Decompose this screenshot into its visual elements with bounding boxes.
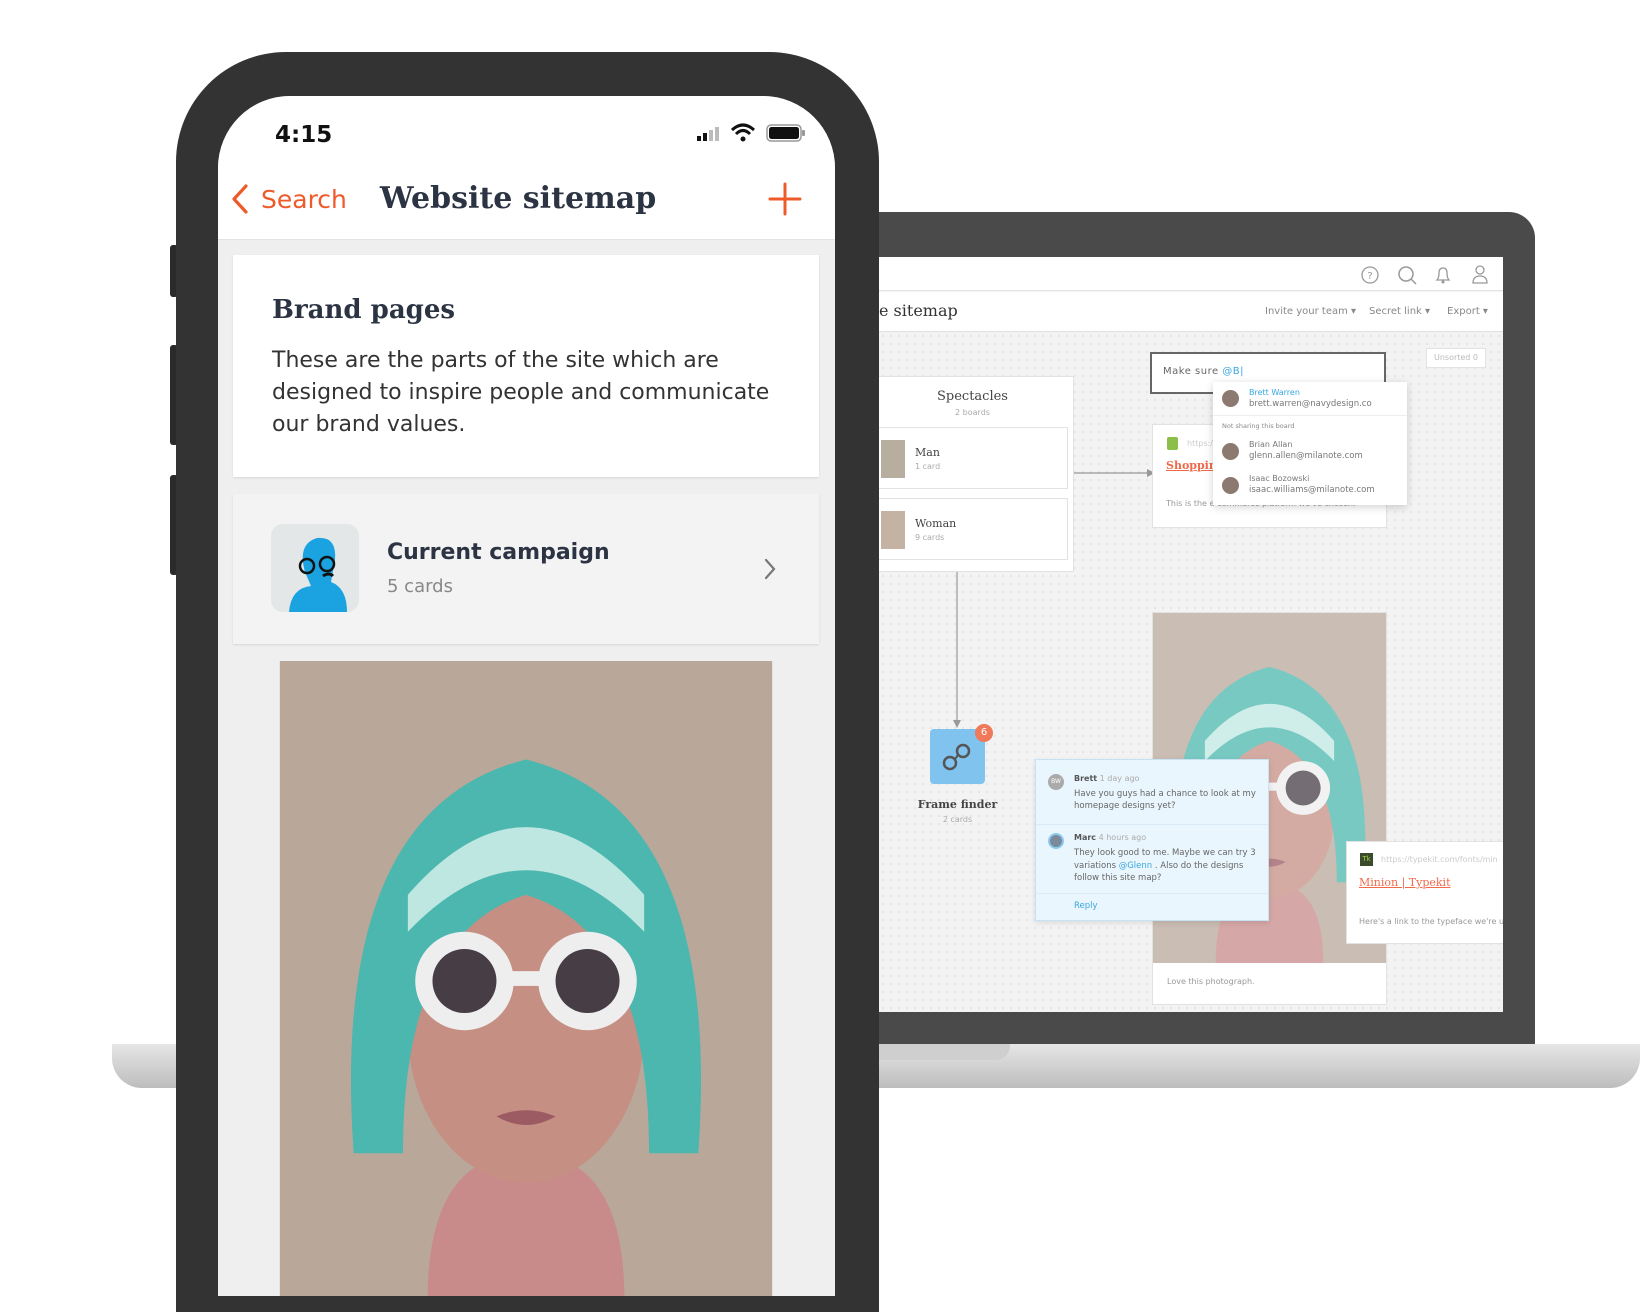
notification-badge: 6	[975, 724, 993, 742]
wifi-icon	[730, 123, 756, 142]
menu-label: Secret link	[1369, 306, 1422, 317]
back-label: Search	[261, 184, 347, 214]
brand-pages-card[interactable]: Brand pages These are the parts of the s…	[233, 255, 819, 477]
mention-email: brett.warren@navydesign.co	[1249, 399, 1372, 409]
item-count: 9 cards	[915, 533, 945, 542]
back-button[interactable]: Search	[230, 182, 347, 216]
chevron-right-icon	[764, 558, 776, 580]
item-count: 1 card	[915, 462, 941, 471]
svg-text:?: ?	[1367, 271, 1372, 282]
mention-name: Brian Allan	[1249, 440, 1293, 449]
mention-link[interactable]: @Glenn	[1119, 861, 1152, 871]
status-time: 4:15	[275, 122, 333, 148]
campaign-count: 5 cards	[387, 576, 453, 597]
mention-option[interactable]: Isaac Bozowski isaac.williams@milanote.c…	[1213, 470, 1407, 502]
search-icon[interactable]	[1397, 265, 1417, 285]
comment-thread: BW Brett 1 day ago Have you guys had a c…	[1035, 759, 1269, 921]
connector-arrow	[1074, 469, 1155, 477]
link-card-typekit[interactable]: Tk https://typekit.com/fonts/min Minion …	[1346, 841, 1503, 944]
battery-icon	[766, 124, 805, 142]
signal-icon	[697, 127, 719, 141]
comment-time: 4 hours ago	[1098, 833, 1147, 842]
export-menu[interactable]: Export ▾	[1447, 306, 1488, 317]
reply-button[interactable]: Reply	[1074, 901, 1098, 911]
link-url: https://typekit.com/fonts/min	[1381, 855, 1498, 864]
mention-email: isaac.williams@milanote.com	[1249, 485, 1375, 495]
laptop-notch	[860, 1044, 1010, 1060]
typekit-logo: Tk	[1360, 853, 1373, 866]
invite-team-menu[interactable]: Invite your team ▾	[1265, 306, 1356, 317]
current-campaign-card[interactable]: Current campaign 5 cards	[233, 494, 819, 644]
spectacles-board[interactable]: Spectacles 2 boards Man 1 card Woman 9 c…	[879, 376, 1074, 572]
avatar	[1222, 390, 1239, 407]
item-name: Woman	[915, 517, 957, 530]
avatar	[1048, 833, 1064, 849]
mention-name: Brett Warren	[1249, 388, 1300, 397]
man-thumbnail	[881, 440, 905, 478]
blue-head-illustration	[289, 537, 347, 612]
unsorted-button[interactable]: Unsorted 0	[1426, 348, 1486, 368]
input-text: Make sure	[1163, 366, 1223, 377]
user-icon[interactable]	[1470, 264, 1490, 286]
avatar: BW	[1048, 774, 1064, 790]
woman-thumbnail	[881, 511, 905, 549]
photo-caption: Love this photograph.	[1167, 977, 1255, 986]
frame-finder-title: Frame finder	[917, 798, 998, 811]
phone-screen: 4:15 Search Website sitemap Brand pages …	[218, 96, 835, 1296]
board-item-woman[interactable]: Woman 9 cards	[879, 498, 1068, 560]
mention-option[interactable]: Brett Warren brett.warren@navydesign.co	[1213, 382, 1407, 416]
mention-option[interactable]: Brian Allan glenn.allen@milanote.com	[1213, 436, 1407, 468]
board-item-man[interactable]: Man 1 card	[879, 427, 1068, 489]
secret-link-menu[interactable]: Secret link ▾	[1369, 306, 1430, 317]
mention-name: Isaac Bozowski	[1249, 474, 1310, 483]
nav-header: 4:15 Search Website sitemap	[218, 96, 835, 240]
board-name: Spectacles	[937, 389, 1008, 404]
item-name: Man	[915, 446, 940, 459]
chevron-left-icon	[232, 184, 248, 214]
comment-author: Brett	[1074, 774, 1098, 783]
title-bar: e sitemap Invite your team ▾ Secret link…	[879, 292, 1503, 332]
help-icon[interactable]: ?	[1360, 265, 1380, 285]
campaign-title: Current campaign	[387, 540, 610, 565]
campaign-thumbnail	[271, 524, 359, 612]
connector-arrow-down	[953, 572, 961, 728]
mention-email: glenn.allen@milanote.com	[1249, 451, 1363, 461]
comment-author: Marc	[1074, 833, 1097, 842]
link-description: Here's a link to the typeface we're u	[1359, 917, 1503, 926]
bell-icon[interactable]	[1433, 265, 1453, 285]
board-title: e sitemap	[879, 301, 958, 320]
avatar	[1222, 443, 1239, 460]
board-count: 2 boards	[955, 408, 990, 417]
shopify-icon	[1167, 437, 1178, 450]
mention-dropdown: Brett Warren brett.warren@navydesign.co …	[1213, 382, 1407, 505]
board-canvas[interactable]: Unsorted 0 Spectacles 2 boards Man 1 car…	[879, 332, 1503, 1012]
page-title: Website sitemap	[379, 181, 657, 216]
link-url: https://	[1187, 439, 1216, 448]
laptop-screen: ? e sitemap Invite your team ▾ Secret li…	[879, 257, 1503, 1012]
card-text: These are the parts of the site which ar…	[272, 348, 770, 437]
avatar	[1222, 477, 1239, 494]
input-mention: @B	[1222, 366, 1241, 377]
menu-label: Invite your team	[1265, 306, 1348, 317]
comment-text: They look good to me. Maybe we can try 3…	[1074, 848, 1256, 883]
frame-finder-count: 2 cards	[942, 815, 973, 824]
comment-time: 1 day ago	[1099, 774, 1140, 783]
link-title[interactable]: Minion | Typekit	[1359, 876, 1451, 889]
card-title: Brand pages	[272, 295, 456, 325]
woman-photo	[233, 661, 819, 1296]
menu-label: Export	[1447, 306, 1480, 317]
comment-text: Have you guys had a chance to look at my…	[1074, 789, 1256, 811]
top-bar: ?	[879, 257, 1503, 291]
section-label: Not sharing this board	[1222, 422, 1295, 430]
plus-icon[interactable]	[768, 182, 802, 216]
photo-card[interactable]	[233, 661, 819, 1296]
